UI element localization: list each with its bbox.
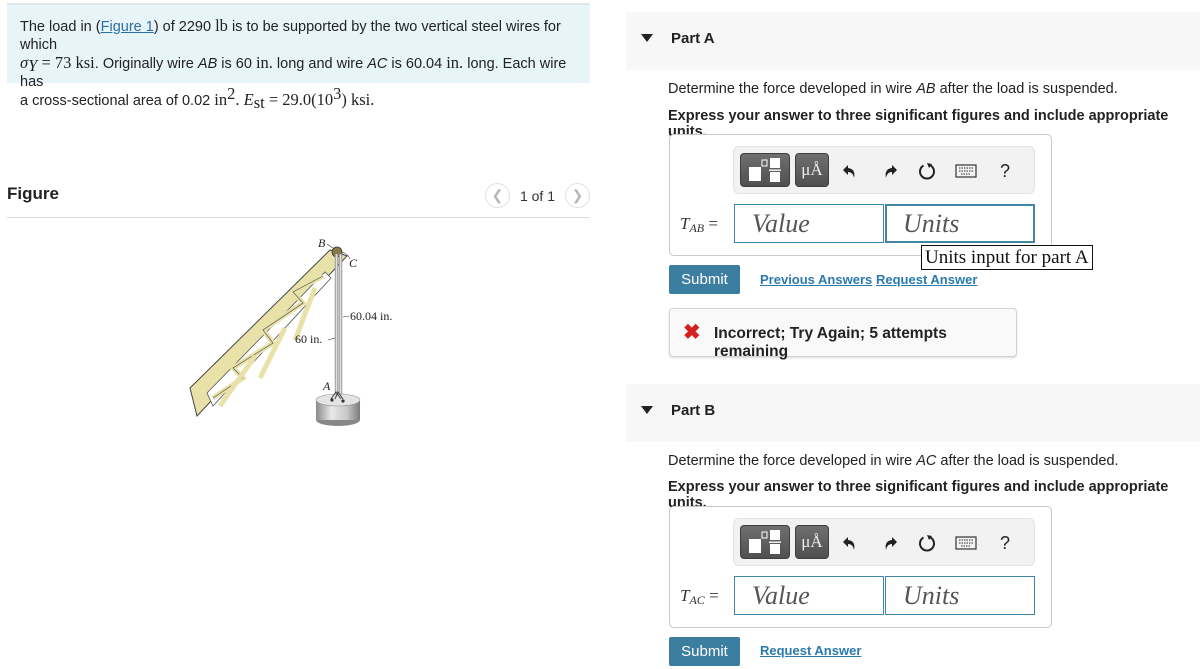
part-a-value-input[interactable]: Value (734, 204, 884, 243)
problem-statement: The load in (Figure 1) of 2290 lb is to … (7, 3, 590, 111)
load-cylinder (315, 390, 361, 426)
units-icon: μÅ (801, 532, 823, 551)
keyboard-button[interactable] (954, 531, 978, 555)
wire-ab (334, 253, 339, 395)
figure-header: Figure ❮ 1 of 1 ❯ (7, 180, 590, 218)
part-a-units-input[interactable]: Units (885, 204, 1035, 243)
label-b: B (318, 236, 326, 250)
part-b-value-input[interactable]: Value (734, 576, 884, 615)
figure-pagination: ❮ 1 of 1 ❯ (484, 183, 590, 208)
problem-line-3: a cross-sectional area of 0.02 in2. Est … (20, 84, 375, 112)
problem-line-2: σY = 73 ksi. Originally wire AB is 60 in… (20, 53, 567, 91)
units-button[interactable]: μÅ (795, 525, 829, 559)
figure-link[interactable]: Figure 1 (101, 19, 154, 35)
part-a-title: Part A (671, 30, 715, 47)
math-toolbar: μÅ ? (733, 146, 1035, 194)
help-icon: ? (999, 532, 1010, 553)
part-b-request-answer-link[interactable]: Request Answer (760, 643, 861, 658)
previous-answers-link[interactable]: Previous Answers (760, 272, 872, 287)
undo-button[interactable] (838, 531, 862, 555)
part-a-answer-box: μÅ ? TAB = Value Units (669, 134, 1052, 256)
reset-button[interactable] (915, 159, 939, 183)
reset-button[interactable] (915, 531, 939, 555)
feedback-message: Incorrect; Try Again; 5 attempts remaini… (714, 325, 947, 360)
error-x-icon: ✖ (683, 321, 701, 344)
templates-icon (749, 530, 781, 554)
math-toolbar: μÅ ? (733, 518, 1035, 566)
part-b-title: Part B (671, 402, 716, 419)
figure-counter: 1 of 1 (519, 187, 555, 204)
label-length-ac: 60.04 in. (350, 309, 392, 323)
chevron-left-icon: ❮ (491, 187, 504, 203)
undo-icon (843, 537, 855, 550)
label-a: A (322, 379, 331, 393)
undo-icon (843, 165, 855, 178)
problem-line-1: The load in (Figure 1) of 2290 lb is to … (20, 16, 561, 54)
templates-icon (749, 158, 781, 182)
undo-button[interactable] (838, 159, 862, 183)
keyboard-icon (955, 536, 977, 550)
keyboard-button[interactable] (954, 159, 978, 183)
units-input-tooltip: Units input for part A (921, 245, 1093, 270)
figure-title: Figure (7, 184, 59, 203)
collapse-triangle-icon (641, 34, 653, 42)
part-a-lhs: TAB = (680, 214, 718, 235)
part-a-feedback: ✖ Incorrect; Try Again; 5 attempts remai… (669, 308, 1017, 360)
prev-figure-button[interactable]: ❮ (484, 183, 510, 208)
part-a-header[interactable]: Part A (626, 12, 1200, 70)
part-a-submit-button[interactable]: Submit (669, 265, 740, 294)
part-b-submit-button[interactable]: Submit (669, 637, 740, 666)
templates-button[interactable] (740, 153, 790, 187)
part-b-lhs: TAC = (680, 586, 719, 607)
next-figure-button[interactable]: ❯ (565, 183, 590, 208)
templates-button[interactable] (740, 525, 790, 559)
redo-icon (885, 537, 897, 550)
wire-ac (338, 253, 343, 395)
units-icon: μÅ (801, 160, 823, 179)
collapse-triangle-icon (641, 406, 653, 414)
reset-icon (919, 535, 935, 552)
part-b-header[interactable]: Part B (626, 384, 1200, 442)
part-a-question: Determine the force developed in wire AB… (668, 81, 1118, 97)
help-icon: ? (999, 160, 1010, 181)
part-b-question: Determine the force developed in wire AC… (668, 453, 1119, 469)
figure-image: B C A 60.04 in. 60 in. (189, 236, 392, 426)
chevron-right-icon: ❯ (571, 187, 584, 203)
redo-button[interactable] (878, 531, 902, 555)
redo-button[interactable] (878, 159, 902, 183)
keyboard-icon (955, 164, 977, 178)
label-c: C (349, 256, 358, 270)
label-length-ab: 60 in. (295, 332, 322, 346)
units-button[interactable]: μÅ (795, 153, 829, 187)
help-button[interactable]: ? (993, 531, 1017, 555)
redo-icon (885, 165, 897, 178)
part-b-units-input[interactable]: Units (885, 576, 1035, 615)
part-a-request-answer-link[interactable]: Request Answer (876, 272, 977, 287)
part-b-answer-box: μÅ ? TAC = Value Units (669, 506, 1052, 628)
help-button[interactable]: ? (993, 159, 1017, 183)
reset-icon (919, 163, 935, 180)
